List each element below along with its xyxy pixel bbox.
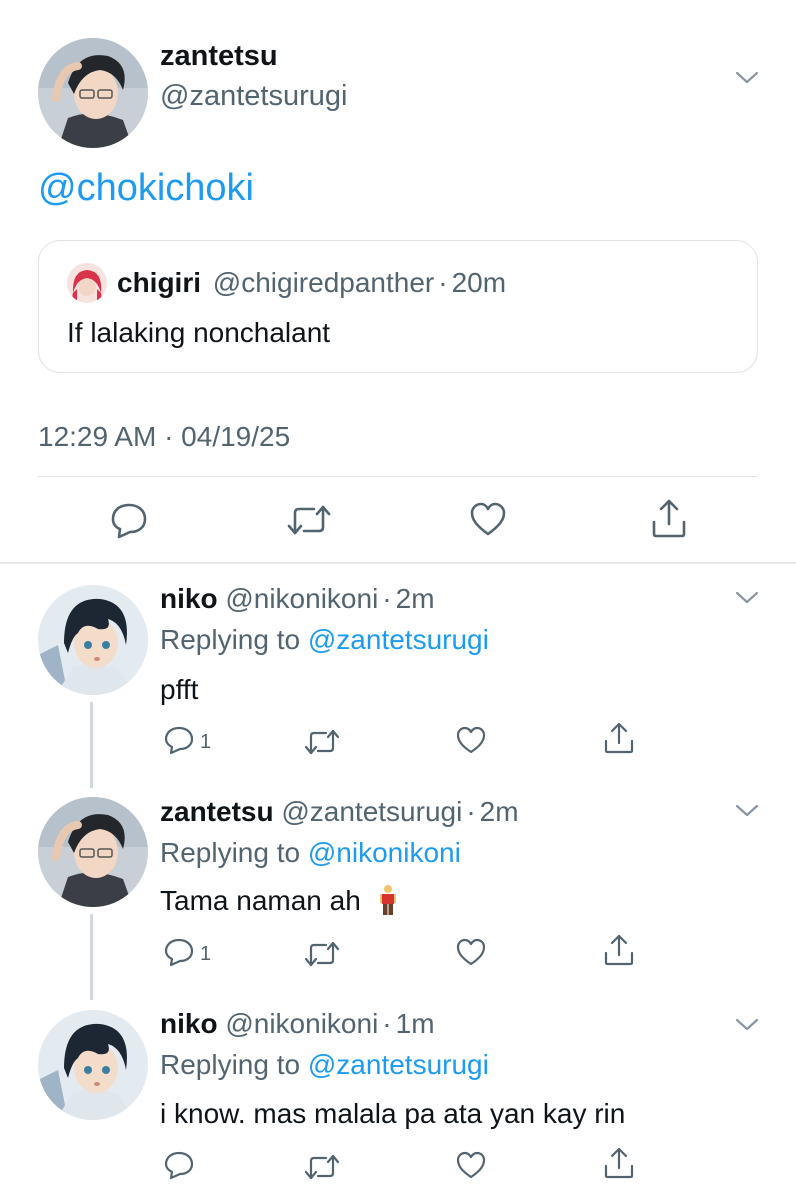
reply-author-handle[interactable]: @nikonikoni xyxy=(225,1008,378,1039)
thread-connector xyxy=(90,914,93,1000)
reply-icon[interactable] xyxy=(163,725,195,755)
meta-separator: · xyxy=(438,267,448,298)
replying-to-label: Replying to xyxy=(160,837,301,868)
retweet-icon[interactable] xyxy=(303,1153,341,1181)
author-handle[interactable]: @zantetsurugi xyxy=(160,80,347,113)
author-name[interactable]: zantetsu xyxy=(160,40,278,73)
like-icon[interactable] xyxy=(455,725,487,755)
replying-to-label: Replying to xyxy=(160,1049,301,1080)
like-icon[interactable] xyxy=(455,1150,487,1180)
replying-to-line: Replying to @nikonikoni xyxy=(160,837,461,869)
retweet-icon[interactable] xyxy=(303,940,341,968)
retweet-icon[interactable] xyxy=(303,728,341,756)
person-standing-emoji xyxy=(379,884,397,923)
reply-time: 2m xyxy=(395,583,435,614)
chevron-down-icon[interactable] xyxy=(734,797,760,823)
meta-separator: · xyxy=(382,583,392,614)
tweet-text[interactable]: @chokichoki xyxy=(38,167,254,210)
reply-author-handle[interactable]: @zantetsurugi xyxy=(281,796,462,827)
reply-text[interactable]: i know. mas malala pa ata yan kay rin xyxy=(160,1098,625,1130)
divider xyxy=(38,476,758,477)
reply-header: zantetsu @zantetsurugi · 2m xyxy=(160,796,519,828)
quoted-tweet-time: 20m xyxy=(451,267,507,298)
share-icon[interactable] xyxy=(603,933,635,967)
quoted-tweet-card[interactable]: chigiri @chigiredpanther · 20m If lalaking… xyxy=(38,240,758,373)
chevron-down-icon[interactable] xyxy=(734,1011,760,1037)
reply-count: 1 xyxy=(200,943,212,965)
reply-icon[interactable] xyxy=(109,501,149,539)
reply-author-name[interactable]: niko xyxy=(160,583,218,614)
share-icon[interactable] xyxy=(603,721,635,755)
replying-to-line: Replying to @zantetsurugi xyxy=(160,1049,489,1081)
reply-avatar[interactable] xyxy=(38,1010,148,1120)
quoted-tweet-header: chigiri @chigiredpanther · 20m xyxy=(117,267,506,299)
replying-to-line: Replying to @zantetsurugi xyxy=(160,624,489,656)
share-icon[interactable] xyxy=(650,497,688,539)
reply-author-name[interactable]: niko xyxy=(160,1008,218,1039)
quoted-author-avatar xyxy=(67,263,107,303)
reply-header: niko @nikonikoni · 1m xyxy=(160,1008,435,1040)
tweet-timestamp: 12:29 AM · 04/19/25 xyxy=(38,421,291,452)
quoted-author-handle: @chigiredpanther xyxy=(212,267,435,298)
reply-icon[interactable] xyxy=(163,937,195,967)
reply-author-handle[interactable]: @nikonikoni xyxy=(225,583,378,614)
reply-header: niko @nikonikoni · 2m xyxy=(160,583,435,615)
chevron-down-icon[interactable] xyxy=(734,584,760,610)
replying-to-link[interactable]: @zantetsurugi xyxy=(308,1049,489,1080)
reply-count: 1 xyxy=(200,731,212,753)
thread-connector xyxy=(90,702,93,788)
like-icon[interactable] xyxy=(469,501,507,537)
replying-to-link[interactable]: @zantetsurugi xyxy=(308,624,489,655)
reply-avatar[interactable] xyxy=(38,585,148,695)
reply-text-content: Tama naman ah xyxy=(160,885,361,916)
reply-text[interactable]: Tama naman ah xyxy=(160,884,397,923)
replying-to-link[interactable]: @nikonikoni xyxy=(308,837,461,868)
quoted-tweet-text: If lalaking nonchalant xyxy=(67,317,331,348)
reply-icon[interactable] xyxy=(163,1150,195,1180)
retweet-icon[interactable] xyxy=(286,503,332,537)
share-icon[interactable] xyxy=(603,1146,635,1180)
quoted-author-name: chigiri xyxy=(117,267,202,298)
reply-time: 2m xyxy=(479,796,519,827)
author-avatar[interactable] xyxy=(38,38,148,148)
reply-author-name[interactable]: zantetsu xyxy=(160,796,274,827)
meta-separator: · xyxy=(466,796,476,827)
section-divider xyxy=(0,562,796,564)
meta-separator: · xyxy=(382,1008,392,1039)
reply-time: 1m xyxy=(395,1008,435,1039)
chevron-down-icon[interactable] xyxy=(734,64,760,90)
like-icon[interactable] xyxy=(455,937,487,967)
reply-text[interactable]: pfft xyxy=(160,674,198,706)
replying-to-label: Replying to xyxy=(160,624,301,655)
reply-avatar[interactable] xyxy=(38,797,148,907)
